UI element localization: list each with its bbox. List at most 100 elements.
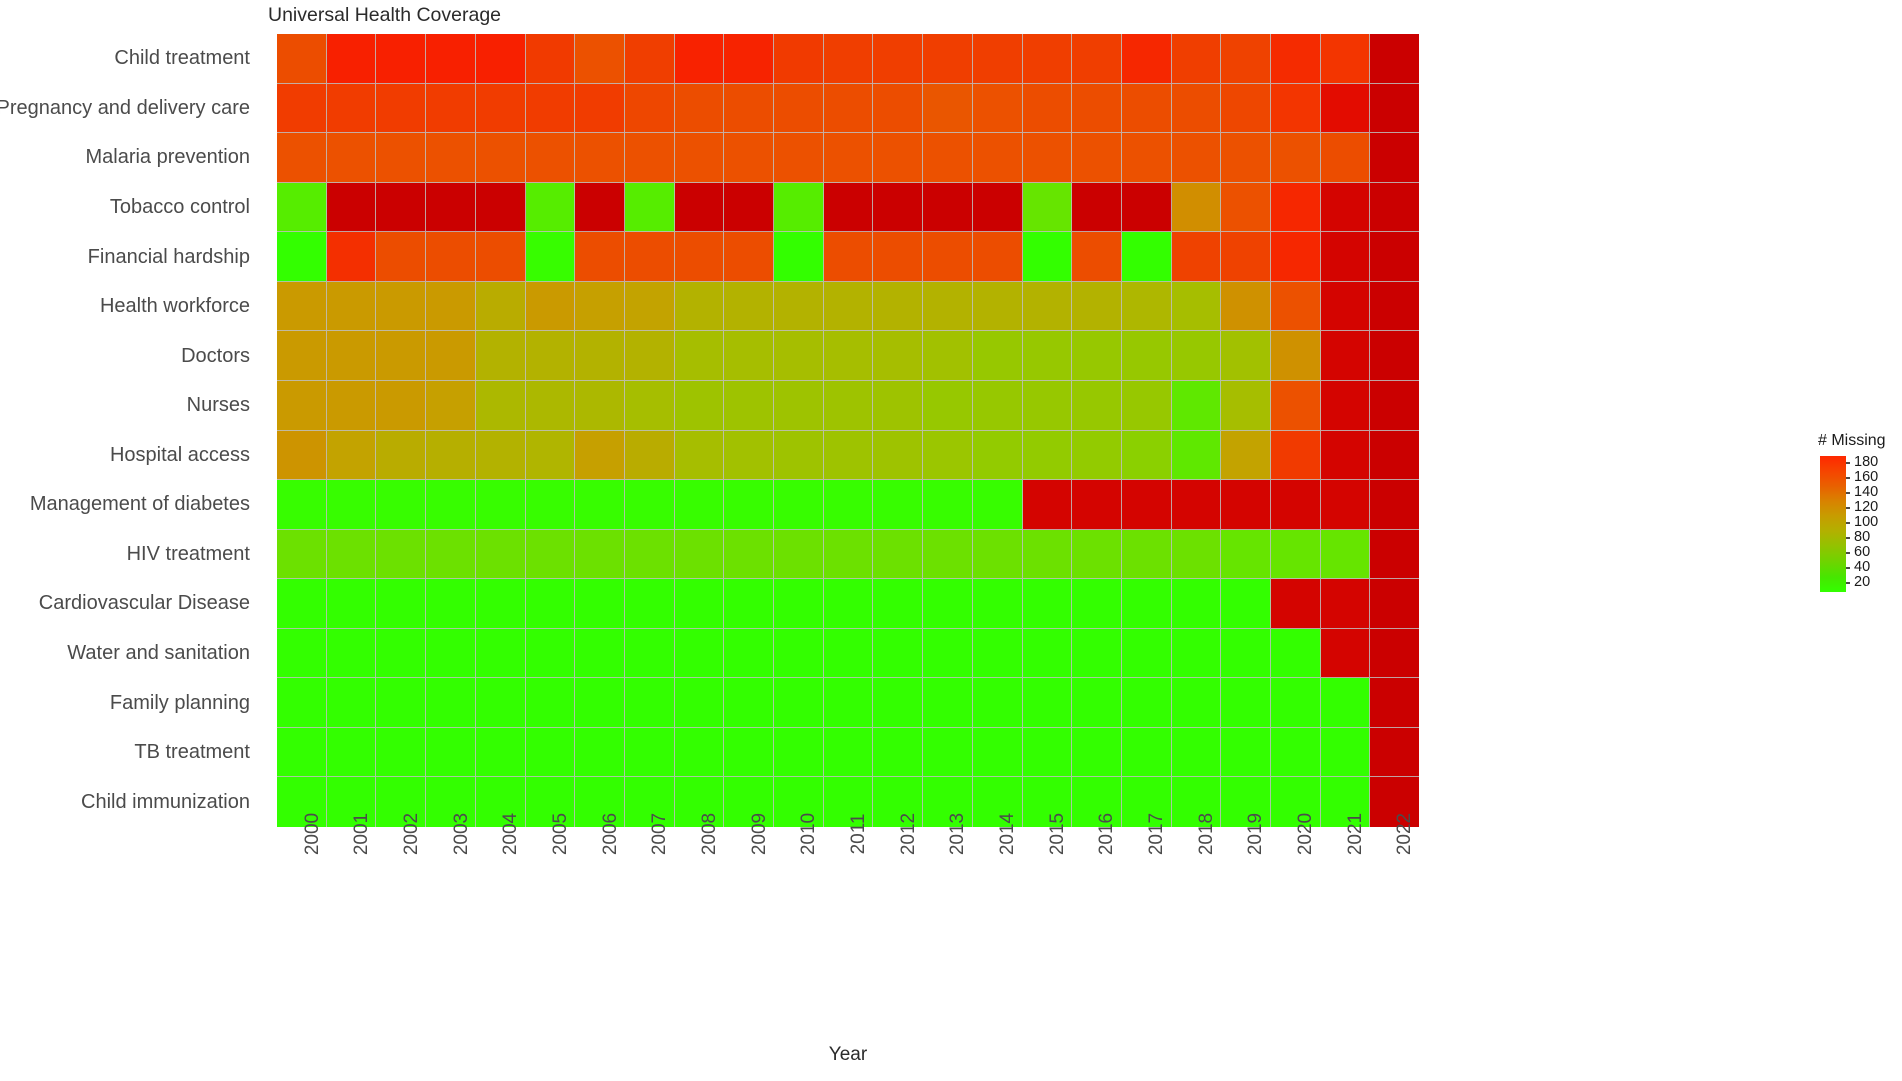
heatmap-cell[interactable] (525, 727, 576, 778)
heatmap-cell[interactable] (426, 331, 476, 381)
heatmap-cell[interactable] (326, 430, 377, 481)
heatmap-cell[interactable] (575, 628, 625, 679)
heatmap-cell[interactable] (1121, 529, 1172, 580)
heatmap-cell[interactable] (376, 232, 427, 282)
heatmap-cell[interactable] (426, 182, 476, 233)
heatmap-cell[interactable] (1171, 480, 1222, 530)
heatmap-cell[interactable] (1370, 281, 1420, 332)
heatmap-cell[interactable] (277, 34, 327, 84)
heatmap-cell[interactable] (823, 727, 874, 778)
heatmap-cell[interactable] (1370, 579, 1420, 629)
heatmap-cell[interactable] (1320, 34, 1371, 84)
heatmap-cell[interactable] (277, 678, 327, 728)
heatmap-cell[interactable] (774, 83, 824, 134)
heatmap-cell[interactable] (624, 34, 675, 84)
heatmap-cell[interactable] (475, 628, 526, 679)
heatmap-cell[interactable] (674, 182, 725, 233)
heatmap-cell[interactable] (525, 480, 576, 530)
heatmap-cell[interactable] (674, 628, 725, 679)
heatmap-cell[interactable] (774, 529, 824, 580)
heatmap-cell[interactable] (1121, 232, 1172, 282)
heatmap-cell[interactable] (426, 480, 476, 530)
heatmap-cell[interactable] (1370, 331, 1420, 381)
heatmap-cell[interactable] (774, 133, 824, 183)
heatmap-cell[interactable] (1121, 380, 1172, 431)
heatmap-cell[interactable] (1221, 133, 1272, 183)
heatmap-cell[interactable] (873, 182, 924, 233)
heatmap-cell[interactable] (575, 678, 625, 728)
heatmap-cell[interactable] (724, 281, 775, 332)
heatmap-cell[interactable] (923, 281, 973, 332)
heatmap-cell[interactable] (525, 83, 576, 134)
heatmap-cell[interactable] (525, 331, 576, 381)
heatmap-cell[interactable] (1370, 232, 1420, 282)
heatmap-cell[interactable] (1022, 182, 1073, 233)
heatmap-cell[interactable] (376, 380, 427, 431)
heatmap-cell[interactable] (525, 529, 576, 580)
heatmap-cell[interactable] (1072, 83, 1122, 134)
heatmap-cell[interactable] (376, 331, 427, 381)
heatmap-cell[interactable] (1320, 133, 1371, 183)
heatmap-cell[interactable] (674, 232, 725, 282)
heatmap-cell[interactable] (1221, 182, 1272, 233)
heatmap-cell[interactable] (724, 232, 775, 282)
heatmap-cell[interactable] (774, 430, 824, 481)
heatmap-cell[interactable] (724, 430, 775, 481)
heatmap-cell[interactable] (1121, 579, 1172, 629)
heatmap-cell[interactable] (1221, 232, 1272, 282)
heatmap-cell[interactable] (1271, 529, 1321, 580)
heatmap-cell[interactable] (1072, 380, 1122, 431)
heatmap-cell[interactable] (1370, 727, 1420, 778)
heatmap-cell[interactable] (1221, 380, 1272, 431)
heatmap-cell[interactable] (624, 628, 675, 679)
heatmap-cell[interactable] (1022, 628, 1073, 679)
heatmap-cell[interactable] (1072, 281, 1122, 332)
heatmap-cell[interactable] (1271, 83, 1321, 134)
heatmap-cell[interactable] (774, 380, 824, 431)
heatmap-cell[interactable] (873, 579, 924, 629)
heatmap-cell[interactable] (1320, 380, 1371, 431)
heatmap-cell[interactable] (525, 232, 576, 282)
heatmap-cell[interactable] (674, 83, 725, 134)
heatmap-cell[interactable] (326, 727, 377, 778)
heatmap-cell[interactable] (1171, 232, 1222, 282)
heatmap-cell[interactable] (972, 430, 1023, 481)
heatmap-cell[interactable] (624, 430, 675, 481)
heatmap-cell[interactable] (1370, 34, 1420, 84)
heatmap-cell[interactable] (1221, 628, 1272, 679)
heatmap-cell[interactable] (774, 331, 824, 381)
heatmap-cell[interactable] (525, 133, 576, 183)
heatmap-cell[interactable] (1121, 331, 1172, 381)
heatmap-cell[interactable] (1171, 380, 1222, 431)
heatmap-cell[interactable] (1072, 34, 1122, 84)
heatmap-cell[interactable] (376, 430, 427, 481)
heatmap-cell[interactable] (575, 430, 625, 481)
heatmap-cell[interactable] (1271, 133, 1321, 183)
heatmap-cell[interactable] (1320, 628, 1371, 679)
heatmap-cell[interactable] (1221, 430, 1272, 481)
heatmap-cell[interactable] (575, 83, 625, 134)
heatmap-cell[interactable] (1271, 380, 1321, 431)
heatmap-cell[interactable] (724, 34, 775, 84)
heatmap-cell[interactable] (575, 380, 625, 431)
heatmap-cell[interactable] (1271, 628, 1321, 679)
heatmap-cell[interactable] (624, 133, 675, 183)
heatmap-cell[interactable] (426, 678, 476, 728)
heatmap-cell[interactable] (923, 34, 973, 84)
heatmap-cell[interactable] (1121, 182, 1172, 233)
heatmap-cell[interactable] (1370, 628, 1420, 679)
heatmap-cell[interactable] (1221, 83, 1272, 134)
heatmap-cell[interactable] (1171, 331, 1222, 381)
heatmap-cell[interactable] (823, 281, 874, 332)
heatmap-cell[interactable] (525, 678, 576, 728)
heatmap-cell[interactable] (873, 529, 924, 580)
heatmap-cell[interactable] (674, 529, 725, 580)
heatmap-cell[interactable] (923, 529, 973, 580)
heatmap-cell[interactable] (525, 281, 576, 332)
heatmap-cell[interactable] (972, 232, 1023, 282)
heatmap-cell[interactable] (426, 133, 476, 183)
heatmap-cell[interactable] (823, 678, 874, 728)
heatmap-cell[interactable] (1320, 182, 1371, 233)
heatmap-cell[interactable] (923, 430, 973, 481)
heatmap-cell[interactable] (724, 628, 775, 679)
